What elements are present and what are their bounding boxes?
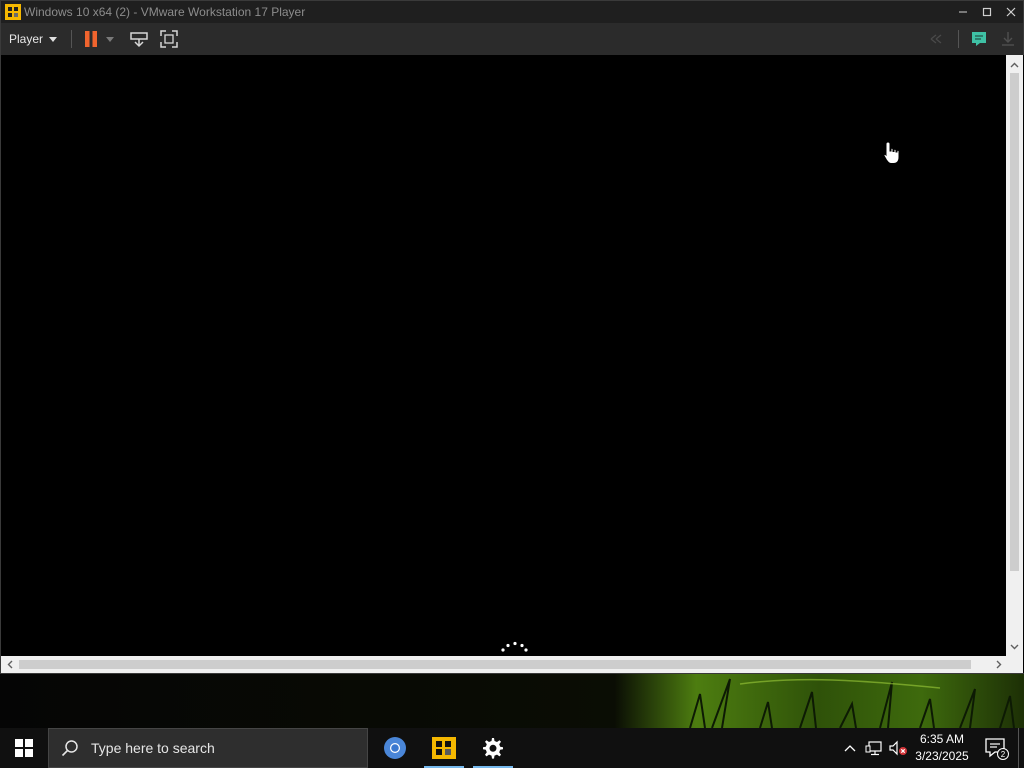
chevron-left-icon <box>7 660 12 669</box>
windows-taskbar: Type here to search 6:35 AM 3/23/2025 2 <box>0 728 1024 768</box>
player-toolbar: Player <box>0 23 1024 55</box>
taskbar-search-box[interactable]: Type here to search <box>48 728 368 768</box>
vertical-scroll-thumb[interactable] <box>1010 73 1019 571</box>
close-button[interactable] <box>999 1 1023 23</box>
scroll-right-button[interactable] <box>990 656 1007 673</box>
horizontal-scroll-thumb[interactable] <box>19 660 971 669</box>
system-tray: 6:35 AM 3/23/2025 2 <box>838 728 1024 768</box>
taskbar-app-settings[interactable] <box>473 728 513 768</box>
window-title: Windows 10 x64 (2) - VMware Workstation … <box>24 5 306 19</box>
notification-icon: 2 <box>985 738 1009 760</box>
maximize-icon <box>982 7 992 17</box>
scroll-down-button[interactable] <box>1006 638 1023 655</box>
search-placeholder: Type here to search <box>91 740 215 756</box>
unity-button[interactable] <box>922 23 952 55</box>
window-controls <box>951 1 1023 23</box>
volume-button[interactable] <box>886 728 910 768</box>
fullscreen-icon <box>160 30 178 48</box>
action-center-button[interactable]: 2 <box>974 728 1018 768</box>
chevron-down-icon <box>49 36 58 42</box>
chevron-up-icon <box>844 745 856 752</box>
vm-display[interactable] <box>0 55 1007 656</box>
horizontal-scrollbar[interactable] <box>0 656 1023 673</box>
close-icon <box>1006 7 1016 17</box>
network-disconnected-icon <box>865 741 882 756</box>
scroll-left-button[interactable] <box>1 656 18 673</box>
taskbar-clock[interactable]: 6:35 AM 3/23/2025 <box>910 731 974 765</box>
title-bar: Windows 10 x64 (2) - VMware Workstation … <box>0 0 1024 23</box>
power-options-dropdown[interactable] <box>102 23 118 55</box>
toolbar-divider <box>71 30 73 48</box>
toolbar-divider <box>958 30 959 48</box>
taskbar-app-vmware-player[interactable] <box>424 728 464 768</box>
show-desktop-button[interactable] <box>1018 728 1024 768</box>
network-status-button[interactable] <box>862 728 886 768</box>
send-ctrl-alt-del-button[interactable] <box>124 23 154 55</box>
maximize-button[interactable] <box>975 1 999 23</box>
chrome-icon <box>384 737 406 759</box>
chevron-down-icon <box>1010 644 1019 649</box>
volume-muted-icon <box>889 740 907 756</box>
player-menu-button[interactable]: Player <box>1 23 63 55</box>
download-button[interactable] <box>993 23 1023 55</box>
minimize-button[interactable] <box>951 1 975 23</box>
clock-time: 6:35 AM <box>919 732 965 746</box>
dropdown-arrow-icon <box>106 37 115 42</box>
wallpaper-grass-image <box>0 674 1024 728</box>
unity-icon <box>930 34 942 44</box>
show-hidden-icons-button[interactable] <box>838 728 862 768</box>
message-log-button[interactable] <box>965 23 993 55</box>
download-icon <box>1002 32 1014 46</box>
clock-date: 3/23/2025 <box>915 749 969 763</box>
minimize-icon <box>959 11 967 13</box>
desktop-wallpaper <box>0 674 1024 728</box>
fullscreen-button[interactable] <box>154 23 184 55</box>
vmware-logo-icon <box>5 4 21 20</box>
search-icon <box>61 740 78 757</box>
vmware-player-icon <box>432 737 456 759</box>
player-menu-label: Player <box>9 32 44 46</box>
vertical-scrollbar[interactable] <box>1006 55 1023 656</box>
start-button[interactable] <box>0 728 48 768</box>
toolbar-right-group <box>922 23 1023 55</box>
pause-button[interactable] <box>80 23 102 55</box>
settings-icon <box>483 738 503 759</box>
send-ctrl-alt-del-icon <box>130 32 148 48</box>
windows-logo-icon <box>15 739 33 757</box>
message-log-icon <box>972 32 986 46</box>
pause-icon <box>85 31 98 47</box>
hand-cursor-icon <box>883 141 900 164</box>
chevron-up-icon <box>1010 62 1019 67</box>
chevron-right-icon <box>996 660 1001 669</box>
loading-spinner-icon <box>501 641 528 652</box>
taskbar-app-chrome[interactable] <box>375 728 415 768</box>
notification-count: 2 <box>1001 750 1006 759</box>
scroll-up-button[interactable] <box>1006 56 1023 73</box>
